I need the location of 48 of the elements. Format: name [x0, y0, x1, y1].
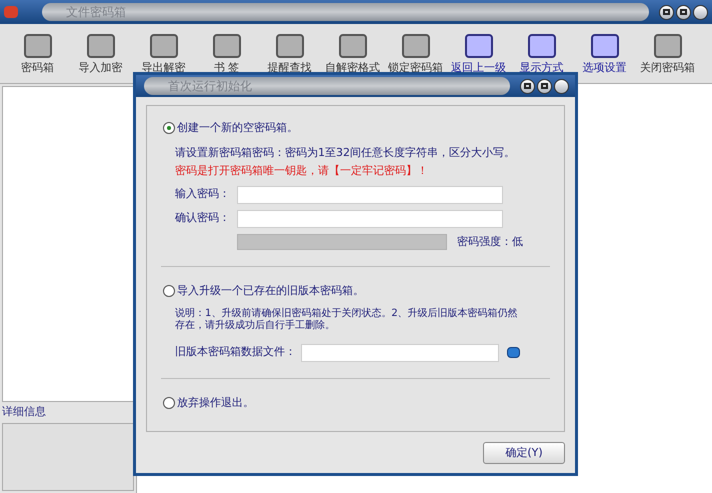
toolbar-button[interactable]: 选项设置	[573, 34, 636, 76]
toolbar-button[interactable]: 导入加密	[69, 34, 132, 76]
field-label: 确认密码：	[175, 210, 231, 226]
radio-button[interactable]	[163, 285, 175, 298]
upgrade-note: 说明：1、升级前请确保旧密码箱处于关闭状态。2、升级后旧版本密码箱仍然存在，请升级成功后自行手工删除。	[175, 308, 519, 332]
briefcase-icon[interactable]	[507, 347, 520, 358]
toolbar-button[interactable]: 显示方式	[510, 34, 573, 76]
toolbar-button[interactable]: 自解密格式	[321, 34, 384, 76]
toolbar-button[interactable]: 返回上一级	[447, 34, 510, 76]
toolbar-button[interactable]: 密码箱	[6, 34, 69, 76]
hint-text: 请设置新密码箱密码：密码为1至32间任意长度字符串，区分大小写。	[175, 144, 516, 160]
briefcase-icon	[24, 34, 52, 58]
briefcase-icon	[338, 34, 366, 58]
radio-button[interactable]	[163, 396, 175, 409]
strength-label: 密码强度：低	[457, 234, 523, 250]
ok-button[interactable]: 确定(Y)	[483, 442, 565, 464]
maximize-button[interactable]	[676, 4, 691, 20]
password-field[interactable]	[237, 186, 503, 204]
radio-button[interactable]	[163, 122, 175, 134]
close-button[interactable]	[693, 4, 708, 20]
details-title: 详细信息	[1, 404, 47, 420]
briefcase-icon	[654, 34, 682, 58]
maximize-button[interactable]	[537, 78, 552, 94]
minimize-button[interactable]	[659, 4, 674, 20]
option-label[interactable]: 放弃操作退出。	[177, 394, 254, 411]
briefcase-icon	[464, 34, 492, 58]
password-field[interactable]	[237, 210, 503, 228]
toolbar-button[interactable]: 导出解密	[132, 34, 195, 76]
field-label: 旧版本密码箱数据文件：	[175, 344, 297, 360]
briefcase-icon	[276, 34, 304, 58]
title-text: 文件密码箱	[42, 3, 649, 21]
app-icon	[4, 6, 18, 18]
toolbar-button[interactable]: 书 签	[195, 34, 258, 76]
title-text: 首次运行初始化	[144, 77, 510, 95]
warning-text: 密码是打开密码箱唯一钥匙，请【一定牢记密码】！	[175, 163, 429, 179]
briefcase-icon	[150, 34, 178, 58]
briefcase-icon	[402, 34, 430, 58]
briefcase-icon	[86, 34, 114, 58]
file-field[interactable]	[301, 344, 499, 362]
toolbar-button[interactable]: 关闭密码箱	[636, 34, 699, 76]
briefcase-icon	[528, 34, 556, 58]
minimize-button[interactable]	[520, 78, 535, 94]
briefcase-icon	[212, 34, 240, 58]
close-button[interactable]	[554, 78, 569, 94]
field-label: 输入密码：	[175, 186, 231, 202]
option-label[interactable]: 导入升级一个已存在的旧版本密码箱。	[177, 283, 364, 300]
briefcase-icon	[590, 34, 618, 58]
option-label[interactable]: 创建一个新的空密码箱。	[177, 120, 298, 136]
